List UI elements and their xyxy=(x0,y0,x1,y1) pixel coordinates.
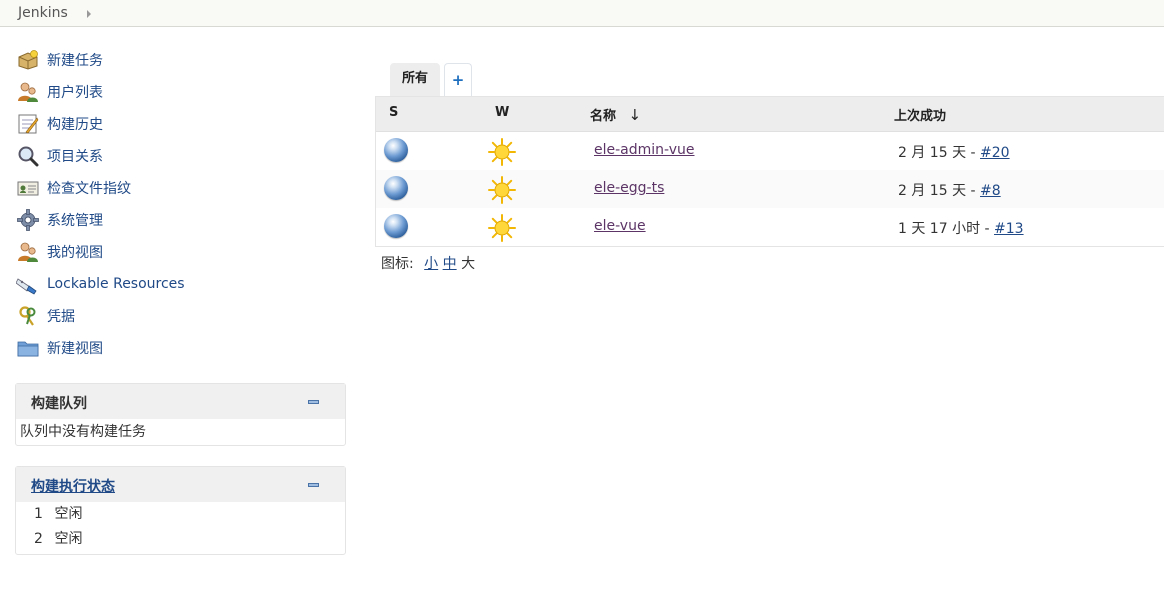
task-label: 凭据 xyxy=(47,309,75,325)
side-tasks: 新建任务 用户列表 构建历史 项目关系 检查文件指纹 系统管理 我的视图 Loc… xyxy=(16,44,336,364)
task-project-relationship[interactable]: 项目关系 xyxy=(16,140,336,172)
executor-state: 空闲 xyxy=(54,506,83,522)
table-row: ele-egg-ts 2 月 15 天 - #8 xyxy=(376,170,1164,208)
task-label: 新建任务 xyxy=(47,53,103,69)
task-my-views[interactable]: 我的视图 xyxy=(16,236,336,268)
tab-new-view[interactable]: + xyxy=(444,63,472,96)
task-check-fingerprint[interactable]: 检查文件指纹 xyxy=(16,172,336,204)
last-success: 1 天 17 小时 - #13 xyxy=(898,218,1024,238)
build-queue-pane: 构建队列 队列中没有构建任务 xyxy=(15,383,346,446)
tab-all[interactable]: 所有 xyxy=(390,63,440,97)
breadcrumb: Jenkins xyxy=(0,0,1164,27)
collapse-icon[interactable] xyxy=(308,483,319,487)
keys-icon xyxy=(16,304,40,328)
icon-size-small-link[interactable]: 小 xyxy=(424,256,438,272)
breadcrumb-jenkins-link[interactable]: Jenkins xyxy=(18,5,68,21)
task-new-view[interactable]: 新建视图 xyxy=(16,332,336,364)
status-ball-icon xyxy=(384,214,408,238)
gear-icon xyxy=(16,208,40,232)
collapse-icon[interactable] xyxy=(308,400,319,404)
column-status[interactable]: S xyxy=(389,105,398,120)
last-success-duration: 2 月 15 天 - xyxy=(898,145,981,161)
status-ball-icon xyxy=(384,176,408,200)
task-build-history[interactable]: 构建历史 xyxy=(16,108,336,140)
build-link[interactable]: #20 xyxy=(980,145,1010,161)
executor-number: 1 xyxy=(34,506,43,522)
breadcrumb-arrow-icon[interactable] xyxy=(87,10,91,18)
sunny-weather-icon xyxy=(488,138,516,166)
notepad-icon xyxy=(16,112,40,136)
task-label: 检查文件指纹 xyxy=(47,181,131,197)
task-new-item[interactable]: 新建任务 xyxy=(16,44,336,76)
last-success: 2 月 15 天 - #20 xyxy=(898,142,1010,162)
task-label: 系统管理 xyxy=(47,213,103,229)
executor-status-header: 构建执行状态 xyxy=(16,467,345,502)
column-weather[interactable]: W xyxy=(495,105,509,120)
executor-list: 1 空闲 2 空闲 xyxy=(16,502,345,554)
icon-size-large-current: 大 xyxy=(461,256,476,272)
new-package-icon xyxy=(16,48,40,72)
executor-number: 2 xyxy=(34,531,43,547)
folder-icon xyxy=(16,336,40,360)
user-icon xyxy=(16,80,40,104)
last-success-duration: 1 天 17 小时 - xyxy=(898,221,995,237)
executor-status-link[interactable]: 构建执行状态 xyxy=(31,476,115,496)
task-label: Lockable Resources xyxy=(47,276,185,292)
job-link[interactable]: ele-admin-vue xyxy=(594,142,694,158)
column-name-label: 名称 xyxy=(590,109,617,124)
task-label: 新建视图 xyxy=(47,341,103,357)
icon-size-label: 图标: xyxy=(381,256,414,272)
sunny-weather-icon xyxy=(488,176,516,204)
usb-icon xyxy=(16,272,40,296)
build-queue-empty: 队列中没有构建任务 xyxy=(20,424,146,440)
executor-status-pane: 构建执行状态 1 空闲 2 空闲 xyxy=(15,466,346,555)
build-link[interactable]: #13 xyxy=(994,221,1024,237)
column-last-success[interactable]: 上次成功 xyxy=(894,105,946,124)
build-link[interactable]: #8 xyxy=(980,183,1001,199)
executor-state: 空闲 xyxy=(54,531,83,547)
executor-row: 2 空闲 xyxy=(16,527,345,552)
column-name[interactable]: 名称 ↓ xyxy=(590,105,641,124)
build-queue-title: 构建队列 xyxy=(31,396,87,412)
sort-arrow-icon: ↓ xyxy=(628,106,642,124)
icon-size-medium-link[interactable]: 中 xyxy=(443,256,457,272)
task-people[interactable]: 用户列表 xyxy=(16,76,336,108)
table-row: ele-admin-vue 2 月 15 天 - #20 xyxy=(376,132,1164,170)
task-credentials[interactable]: 凭据 xyxy=(16,300,336,332)
table-header: S W 名称 ↓ 上次成功 xyxy=(376,97,1164,132)
magnifier-icon xyxy=(16,144,40,168)
task-label: 项目关系 xyxy=(47,149,103,165)
task-lockable-resources[interactable]: Lockable Resources xyxy=(16,268,336,300)
table-row: ele-vue 1 天 17 小时 - #13 xyxy=(376,208,1164,246)
user-icon xyxy=(16,240,40,264)
last-success: 2 月 15 天 - #8 xyxy=(898,180,1001,200)
fingerprint-icon xyxy=(16,176,40,200)
job-link[interactable]: ele-vue xyxy=(594,218,646,234)
executor-row: 1 空闲 xyxy=(16,502,345,527)
task-label: 我的视图 xyxy=(47,245,103,261)
task-label: 用户列表 xyxy=(47,85,103,101)
build-queue-header: 构建队列 xyxy=(16,384,345,419)
icon-size-selector: 图标: 小 中 大 xyxy=(381,253,475,273)
task-label: 构建历史 xyxy=(47,117,103,133)
job-link[interactable]: ele-egg-ts xyxy=(594,180,664,196)
last-success-duration: 2 月 15 天 - xyxy=(898,183,981,199)
status-ball-icon xyxy=(384,138,408,162)
sunny-weather-icon xyxy=(488,214,516,242)
task-manage-jenkins[interactable]: 系统管理 xyxy=(16,204,336,236)
job-table: S W 名称 ↓ 上次成功 ele-admin-vue 2 月 15 天 - #… xyxy=(375,96,1164,247)
